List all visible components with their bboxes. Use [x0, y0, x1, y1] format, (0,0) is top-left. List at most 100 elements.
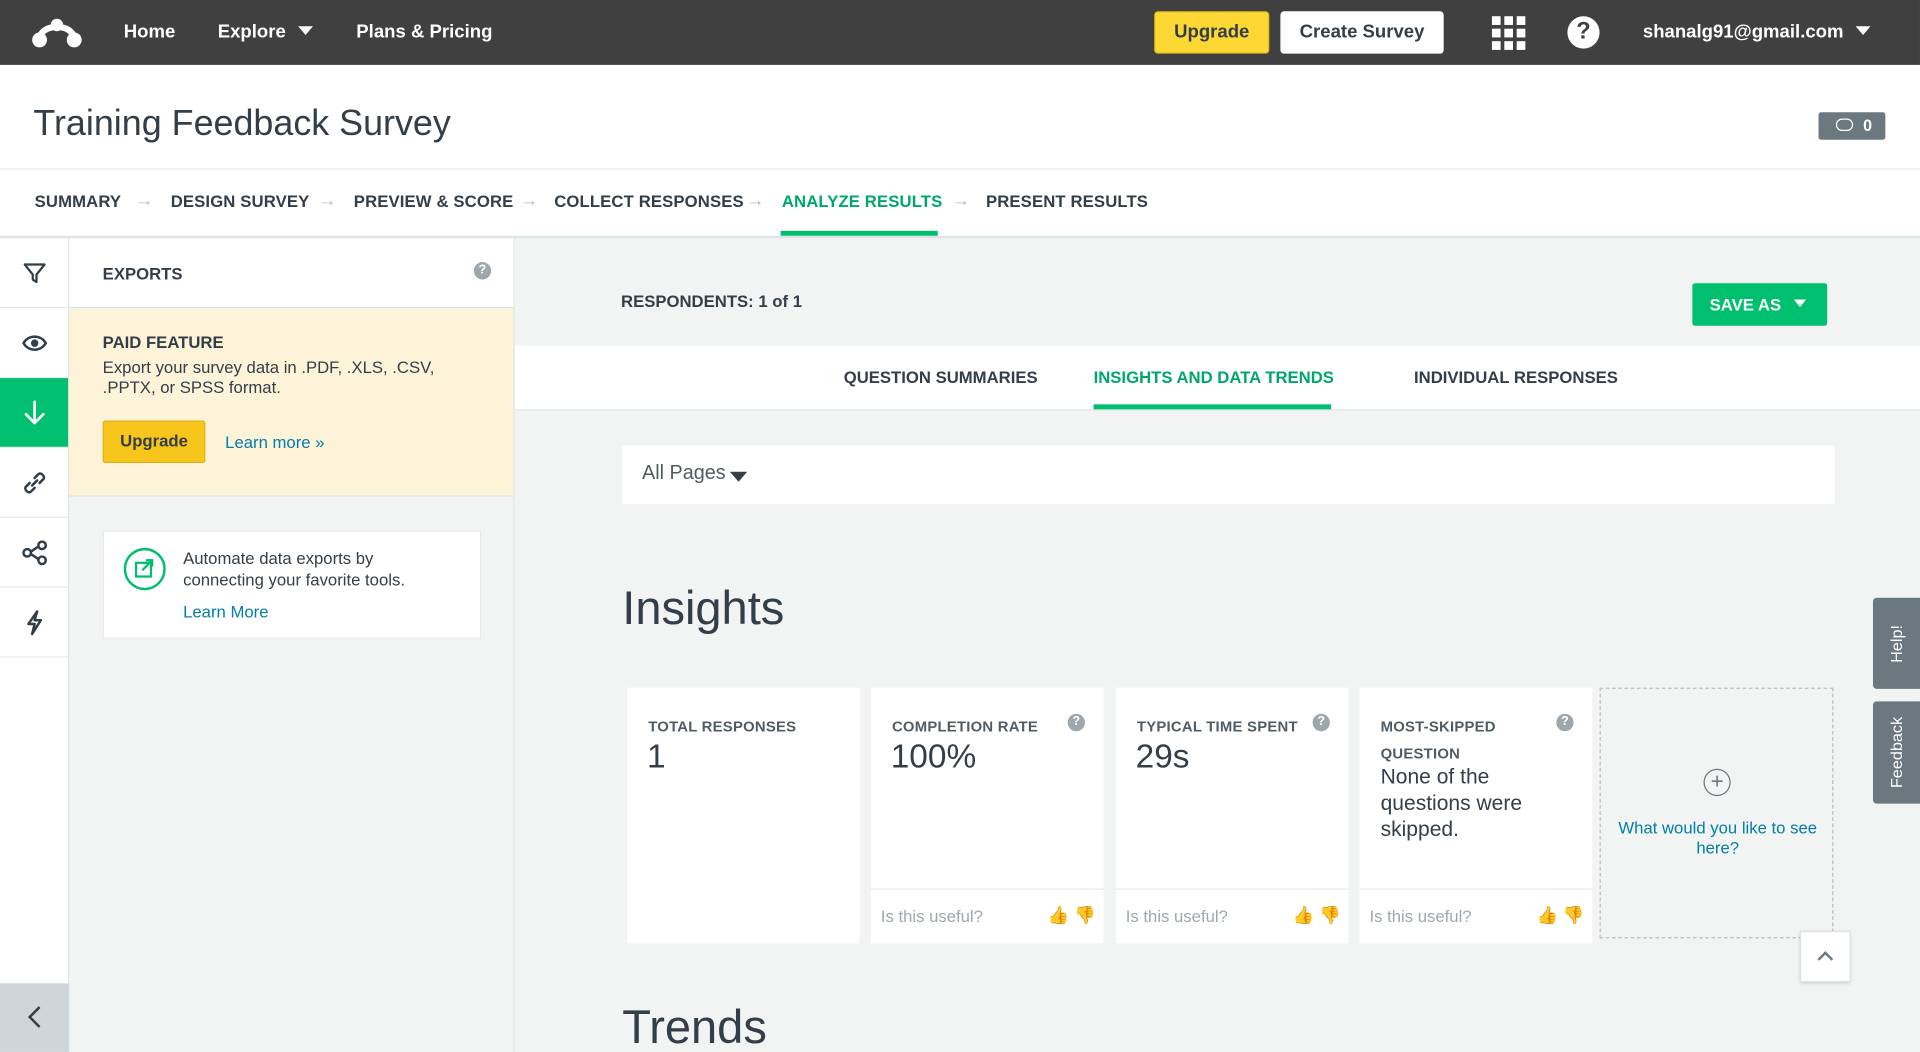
- download-arrow-icon: [24, 400, 45, 425]
- tab-insights-data-trends[interactable]: INSIGHTS AND DATA TRENDS: [1094, 368, 1334, 387]
- page-filter-value: All Pages: [642, 462, 726, 485]
- rail-filter[interactable]: [0, 238, 69, 309]
- nav-plans-link[interactable]: Plans & Pricing: [356, 21, 492, 42]
- filter-icon: [23, 263, 46, 284]
- thumbs-feedback: 👍 👎: [1048, 905, 1096, 926]
- thumbs-feedback: 👍 👎: [1536, 905, 1584, 926]
- rail-share[interactable]: [0, 518, 69, 588]
- chevron-down-icon: [298, 26, 314, 35]
- card-typical-time-spent: TYPICAL TIME SPENT ? 29s Is this useful?…: [1115, 687, 1349, 944]
- caret-down-icon: [1793, 299, 1807, 307]
- automate-text: Automate data exports by connecting your…: [183, 549, 405, 590]
- analyze-main: RESPONDENTS: 1 of 1 SAVE AS QUESTION SUM…: [514, 238, 1920, 1052]
- scroll-to-top-button[interactable]: [1799, 930, 1851, 983]
- help-icon[interactable]: ?: [1567, 16, 1600, 49]
- add-insight-card[interactable]: + What would you like to see here?: [1599, 687, 1834, 939]
- chevron-down-icon: [1855, 26, 1871, 35]
- help-question-icon[interactable]: ?: [1312, 713, 1330, 732]
- thumbs-down-icon[interactable]: 👎: [1563, 905, 1585, 925]
- step-collect-responses[interactable]: COLLECT RESPONSES: [554, 192, 744, 211]
- account-email: shanalg91@gmail.com: [1642, 21, 1844, 43]
- save-as-button[interactable]: SAVE AS: [1692, 283, 1828, 326]
- card-total-responses: TOTAL RESPONSES 1: [627, 687, 860, 944]
- paid-feature-title: PAID FEATURE: [102, 333, 224, 352]
- step-design-survey[interactable]: DESIGN SURVEY: [171, 192, 310, 211]
- tab-individual-responses[interactable]: INDIVIDUAL RESPONSES: [1414, 368, 1618, 387]
- page-filter-dropdown[interactable]: All Pages: [622, 445, 1835, 505]
- survey-title: Training Feedback Survey: [33, 103, 451, 144]
- panel-title: EXPORTS: [102, 264, 183, 284]
- chevron-left-icon: [27, 1006, 41, 1028]
- thumbs-up-icon[interactable]: 👍: [1536, 905, 1558, 925]
- share-nodes-icon: [22, 540, 48, 566]
- arrow-right-icon: →: [519, 189, 539, 211]
- thumbs-up-icon[interactable]: 👍: [1293, 905, 1315, 925]
- rail-integrations[interactable]: [0, 588, 69, 658]
- exports-panel: EXPORTS ? PAID FEATURE Export your surve…: [69, 238, 515, 1052]
- step-preview-score[interactable]: PREVIEW & SCORE: [354, 192, 514, 211]
- automate-learn-more-link[interactable]: Learn More: [183, 603, 268, 622]
- card-feedback: Is this useful? 👍 👎: [1359, 888, 1593, 944]
- upgrade-button[interactable]: Upgrade: [1154, 11, 1270, 54]
- comments-button[interactable]: 0: [1818, 112, 1886, 140]
- paid-feature-notice: PAID FEATURE Export your survey data in …: [69, 309, 514, 497]
- create-survey-button[interactable]: Create Survey: [1280, 11, 1444, 54]
- trends-heading: Trends: [622, 1002, 767, 1052]
- save-as-label: SAVE AS: [1709, 295, 1782, 315]
- thumbs-up-icon[interactable]: 👍: [1048, 905, 1070, 925]
- nav-explore-menu[interactable]: Explore: [218, 21, 314, 42]
- card-most-skipped-question: MOST-SKIPPED QUESTION ? None of the ques…: [1359, 687, 1593, 944]
- results-tabs: QUESTION SUMMARIES INSIGHTS AND DATA TRE…: [514, 345, 1920, 411]
- useful-prompt: Is this useful?: [1369, 907, 1472, 926]
- paid-feature-description: Export your survey data in .PDF, .XLS, .…: [102, 358, 435, 397]
- help-side-tab-label: Help!: [1887, 624, 1906, 663]
- step-analyze-results[interactable]: ANALYZE RESULTS: [782, 192, 943, 211]
- learn-more-link[interactable]: Learn more »: [225, 433, 324, 452]
- rail-views[interactable]: [0, 308, 69, 379]
- card-label: TOTAL RESPONSES: [648, 717, 797, 736]
- automate-exports-card: Automate data exports by connecting your…: [102, 530, 482, 639]
- arrow-right-icon: →: [951, 189, 970, 211]
- caret-down-icon: [729, 471, 748, 482]
- apps-grid-icon[interactable]: [1491, 16, 1526, 50]
- step-summary[interactable]: SUMMARY: [35, 192, 122, 211]
- card-value: 100%: [890, 737, 977, 775]
- step-present-results[interactable]: PRESENT RESULTS: [986, 192, 1148, 211]
- respondents-count: RESPONDENTS: 1 of 1: [621, 292, 802, 311]
- thumbs-down-icon[interactable]: 👎: [1319, 905, 1341, 925]
- help-question-icon[interactable]: ?: [473, 262, 492, 280]
- tab-question-summaries[interactable]: QUESTION SUMMARIES: [844, 368, 1038, 387]
- export-integration-icon: [123, 547, 166, 591]
- thumbs-down-icon[interactable]: 👎: [1074, 905, 1096, 925]
- feedback-side-tab-label: Feedback: [1887, 716, 1906, 789]
- feedback-side-tab[interactable]: Feedback: [1872, 701, 1920, 804]
- rail-exports[interactable]: [0, 378, 69, 448]
- nav-home-link[interactable]: Home: [124, 21, 176, 42]
- useful-prompt: Is this useful?: [1125, 907, 1228, 926]
- collapse-sidebar-button[interactable]: [0, 983, 70, 1052]
- card-value: 1: [647, 737, 666, 775]
- monkey-logo-icon[interactable]: [30, 15, 84, 50]
- lightning-bolt-icon: [27, 610, 43, 636]
- plus-circle-icon: +: [1703, 768, 1731, 797]
- arrow-right-icon: →: [745, 189, 765, 211]
- top-navigation: Home Explore Plans & Pricing Upgrade Cre…: [0, 0, 1920, 65]
- card-label: MOST-SKIPPED QUESTION: [1380, 717, 1496, 763]
- chevron-up-icon: [1817, 951, 1834, 967]
- eye-icon: [22, 335, 48, 351]
- help-question-icon[interactable]: ?: [1067, 713, 1085, 732]
- active-tab-indicator: [1093, 404, 1332, 410]
- card-label: TYPICAL TIME SPENT: [1136, 717, 1298, 736]
- tool-rail: [0, 238, 70, 1052]
- rail-shared-data[interactable]: [0, 448, 69, 518]
- help-question-icon[interactable]: ?: [1556, 713, 1574, 732]
- comment-count: 0: [1863, 116, 1873, 135]
- card-completion-rate: COMPLETION RATE ? 100% Is this useful? 👍…: [870, 687, 1104, 944]
- add-insight-prompt: What would you like to see here?: [1618, 818, 1818, 858]
- help-side-tab[interactable]: Help!: [1872, 597, 1920, 689]
- card-feedback: Is this useful? 👍 👎: [1115, 888, 1349, 944]
- account-menu[interactable]: shanalg91@gmail.com: [1643, 21, 1871, 42]
- useful-prompt: Is this useful?: [880, 907, 983, 926]
- card-value: 29s: [1135, 737, 1190, 775]
- panel-upgrade-button[interactable]: Upgrade: [102, 420, 206, 463]
